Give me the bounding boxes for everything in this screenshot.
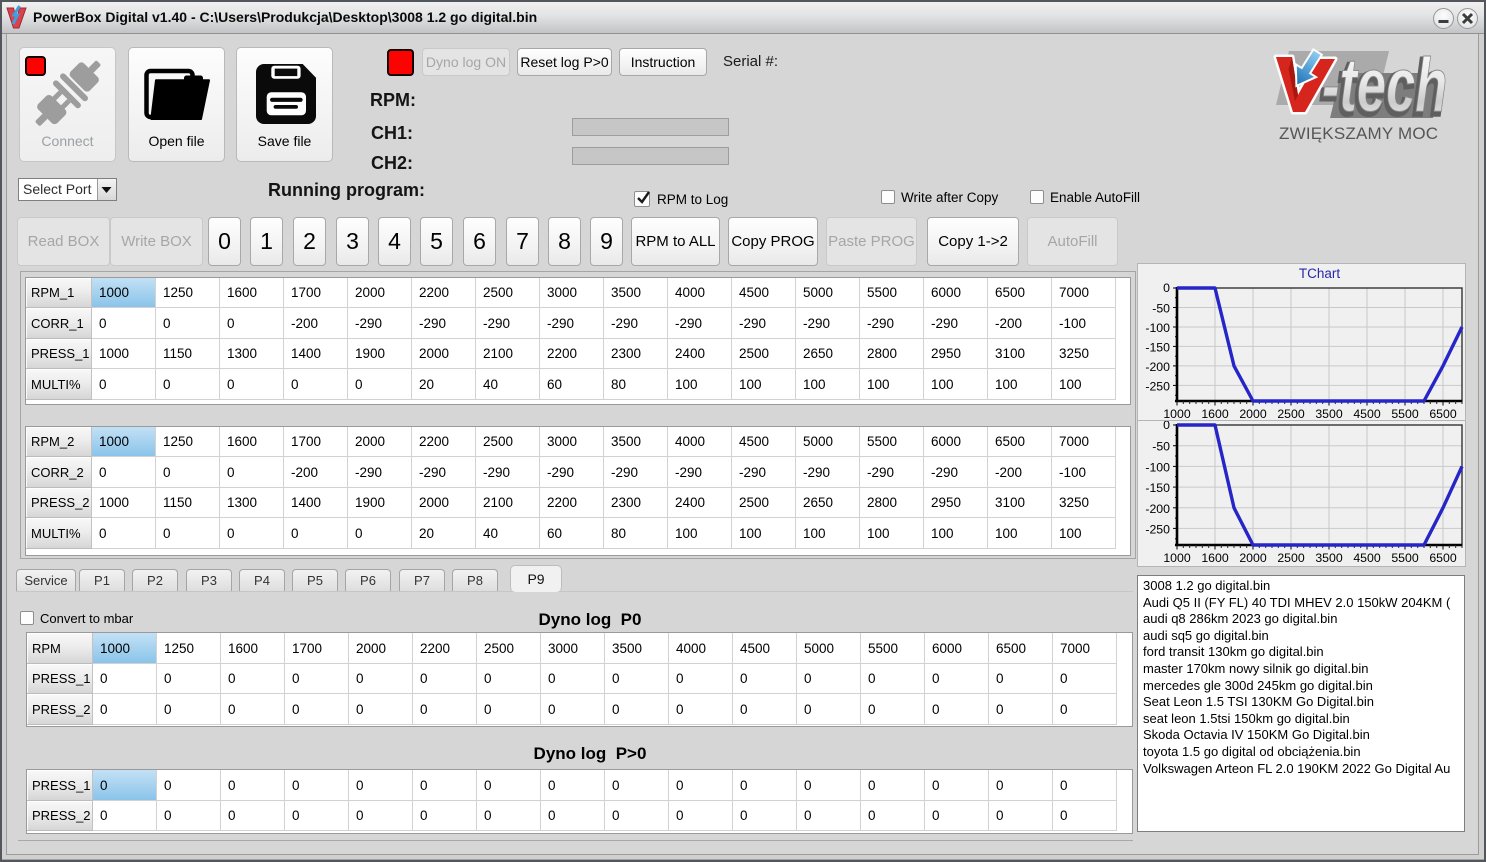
svg-text:3500: 3500 [1315,407,1343,419]
svg-text:-250: -250 [1145,522,1170,536]
svg-text:-150: -150 [1145,340,1170,354]
svg-text:1000: 1000 [1163,407,1191,419]
svg-text:0: 0 [1163,281,1170,295]
svg-text:-250: -250 [1145,379,1170,393]
svg-text:2500: 2500 [1277,551,1305,565]
svg-text:5500: 5500 [1391,551,1419,565]
svg-text:2000: 2000 [1239,551,1267,565]
svg-text:-50: -50 [1152,440,1170,454]
svg-text:1600: 1600 [1201,407,1229,419]
svg-text:ZWIĘKSZAMY MOC: ZWIĘKSZAMY MOC [1279,124,1438,143]
svg-text:4500: 4500 [1353,407,1381,419]
svg-text:2500: 2500 [1277,407,1305,419]
svg-text:-200: -200 [1145,502,1170,516]
svg-text:-150: -150 [1145,481,1170,495]
svg-text:6500: 6500 [1429,551,1457,565]
svg-text:0: 0 [1163,421,1170,432]
svg-text:2000: 2000 [1239,407,1267,419]
svg-text:-tech: -tech [1322,45,1447,127]
svg-text:1000: 1000 [1163,551,1191,565]
svg-text:1600: 1600 [1201,551,1229,565]
svg-text:3500: 3500 [1315,551,1343,565]
svg-text:-100: -100 [1145,460,1170,474]
svg-text:4500: 4500 [1353,551,1381,565]
svg-text:5500: 5500 [1391,407,1419,419]
svg-text:6500: 6500 [1429,407,1457,419]
svg-text:-100: -100 [1145,321,1170,335]
svg-text:TChart: TChart [1299,266,1341,281]
svg-text:-50: -50 [1152,302,1170,316]
svg-text:-200: -200 [1145,360,1170,374]
